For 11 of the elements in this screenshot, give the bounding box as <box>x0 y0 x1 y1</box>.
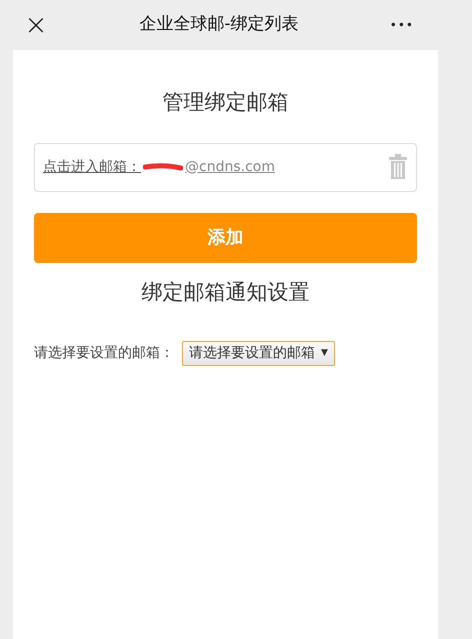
mailbox-address: @cndns.com <box>185 158 275 176</box>
select-label: 请选择要设置的邮箱： <box>34 344 174 363</box>
notify-title: 绑定邮箱通知设置 <box>140 278 310 306</box>
mailbox-link[interactable]: 点击进入邮箱： <box>43 156 141 178</box>
section-title: 管理绑定邮箱 <box>162 89 290 116</box>
trash-icon[interactable] <box>388 154 408 180</box>
more-button[interactable]: ••• <box>390 16 414 34</box>
close-button[interactable]: × <box>24 11 48 39</box>
window-title: 企业全球邮-绑定列表 <box>138 13 300 36</box>
mailbox-select[interactable]: 请选择要设置的邮箱 ▼ <box>182 341 335 366</box>
redaction-scribble <box>143 162 183 172</box>
